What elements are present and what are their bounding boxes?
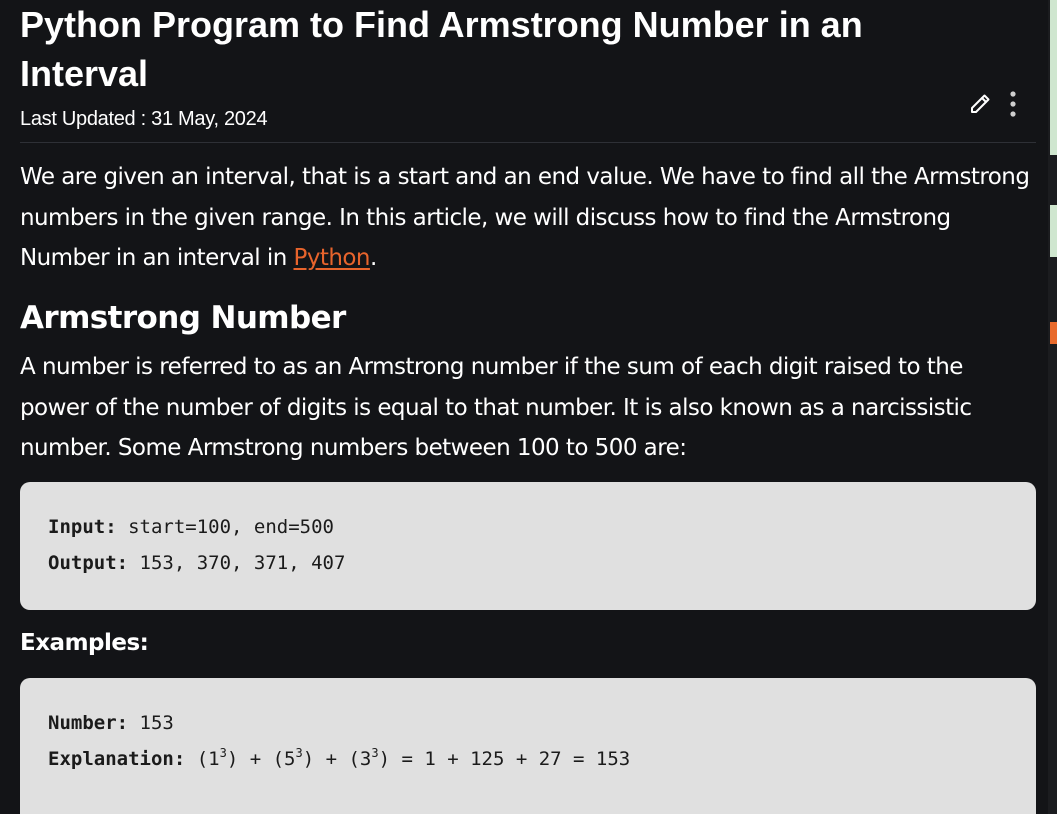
python-link[interactable]: Python [294,245,371,271]
output-label: Output: [48,552,129,574]
intro-text: We are given an interval, that is a star… [20,164,1030,271]
output-value: 153, 370, 371, 407 [128,552,346,574]
code-block-io: Input: start=100, end=500 Output: 153, 3… [20,482,1036,610]
code-line-number: Number: 153 [48,711,174,735]
exponent-1: 3 [219,746,227,760]
input-label: Input: [48,516,117,538]
pencil-icon[interactable] [968,92,992,116]
code-line-explanation: Explanation: (13) + (53) + (33) = 1 + 12… [48,747,630,771]
sidebar-edge-segment [1050,0,1057,155]
section-heading: Armstrong Number [20,300,346,336]
number-value: 153 [128,712,174,734]
last-updated-date: 31 May, 2024 [151,108,268,130]
code-line-input: Input: start=100, end=500 [48,515,334,539]
section-paragraph: A number is referred to as an Armstrong … [20,354,972,461]
header-divider [20,142,1036,143]
article-container: Python Program to Find Armstrong Number … [0,0,1048,814]
last-updated: Last Updated : 31 May, 2024 [20,108,268,131]
code-block-example: Number: 153 Explanation: (13) + (53) + (… [20,678,1036,814]
code-line-output: Output: 153, 370, 371, 407 [48,551,345,575]
expr-tail: ) = 1 + 125 + 27 = 153 [378,748,631,770]
intro-text-end: . [369,245,377,271]
input-value: start=100, end=500 [116,516,334,538]
more-vertical-icon[interactable] [1004,90,1022,120]
examples-heading: Examples: [20,630,149,656]
page-title: Python Program to Find Armstrong Number … [20,4,863,94]
explanation-label: Explanation: [48,748,186,770]
sidebar-edge-accent [1050,322,1057,344]
right-sidebar-edge [1048,0,1057,814]
number-label: Number: [48,712,129,734]
intro-paragraph: We are given an interval, that is a star… [20,157,1030,279]
sidebar-edge-segment [1050,205,1057,257]
last-updated-label: Last Updated : [20,108,146,130]
exponent-2: 3 [295,746,303,760]
exponent-3: 3 [371,746,379,760]
expr-part-3: ) + (3 [302,748,372,770]
expr-part-1: (1 [185,748,220,770]
expr-part-2: ) + (5 [226,748,296,770]
